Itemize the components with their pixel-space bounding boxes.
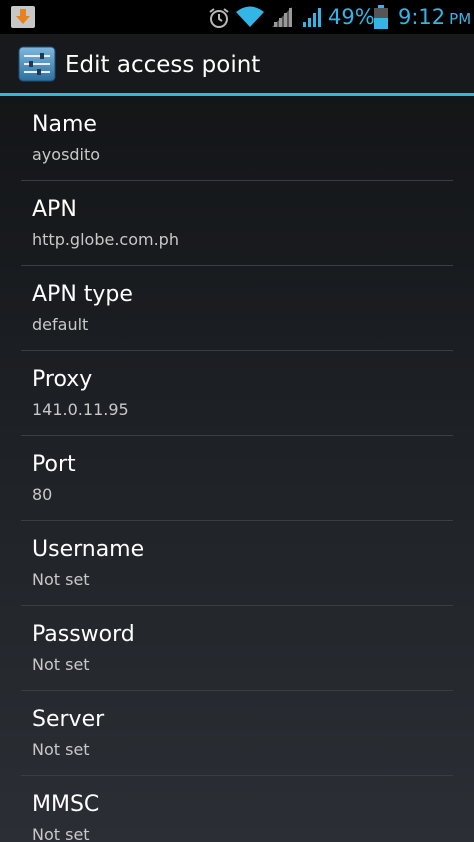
setting-title: Name xyxy=(32,112,97,137)
setting-name[interactable]: Name ayosdito xyxy=(21,96,453,181)
clock-time: 9:12 xyxy=(398,5,446,29)
setting-summary: ayosdito xyxy=(32,145,101,164)
settings-sliders-icon[interactable] xyxy=(18,46,56,82)
setting-summary: 80 xyxy=(32,485,53,504)
download-icon[interactable] xyxy=(11,6,35,28)
setting-apn[interactable]: APN http.globe.com.ph xyxy=(21,181,453,266)
setting-title: Port xyxy=(32,452,76,477)
setting-summary: Not set xyxy=(32,655,90,674)
alarm-clock-icon xyxy=(209,8,229,28)
setting-title: APN xyxy=(32,197,77,222)
signal-icon xyxy=(303,8,321,27)
wifi-icon xyxy=(236,6,264,27)
setting-summary: Not set xyxy=(32,570,90,589)
setting-apn-type[interactable]: APN type default xyxy=(21,266,453,351)
setting-title: Username xyxy=(32,537,145,562)
clock-ampm: PM xyxy=(449,10,472,28)
setting-summary: http.globe.com.ph xyxy=(32,230,179,249)
setting-title: Proxy xyxy=(32,367,93,392)
battery-percent: 49% xyxy=(328,5,375,29)
action-bar: Edit access point xyxy=(0,34,474,96)
setting-port[interactable]: Port 80 xyxy=(21,436,453,521)
setting-proxy[interactable]: Proxy 141.0.11.95 xyxy=(21,351,453,436)
setting-password[interactable]: Password Not set xyxy=(21,606,453,691)
setting-summary: default xyxy=(32,315,89,334)
status-bar: 49% 9:12 PM xyxy=(0,0,474,34)
screen: 49% 9:12 PM Edit access point Name ayosd… xyxy=(0,0,474,842)
page-title: Edit access point xyxy=(65,52,261,78)
setting-server[interactable]: Server Not set xyxy=(21,691,453,776)
setting-summary: Not set xyxy=(32,740,90,759)
setting-mmsc[interactable]: MMSC Not set xyxy=(21,776,453,842)
setting-title: MMSC xyxy=(32,792,100,817)
setting-summary: 141.0.11.95 xyxy=(32,400,129,419)
clock: 9:12 PM xyxy=(398,4,471,32)
settings-list: Name ayosdito APN http.globe.com.ph APN … xyxy=(0,96,474,842)
setting-title: APN type xyxy=(32,282,133,307)
setting-summary: Not set xyxy=(32,825,90,842)
setting-title: Server xyxy=(32,707,105,732)
setting-username[interactable]: Username Not set xyxy=(21,521,453,606)
signal-icon xyxy=(272,7,292,27)
battery-icon xyxy=(374,5,388,29)
setting-title: Password xyxy=(32,622,135,647)
